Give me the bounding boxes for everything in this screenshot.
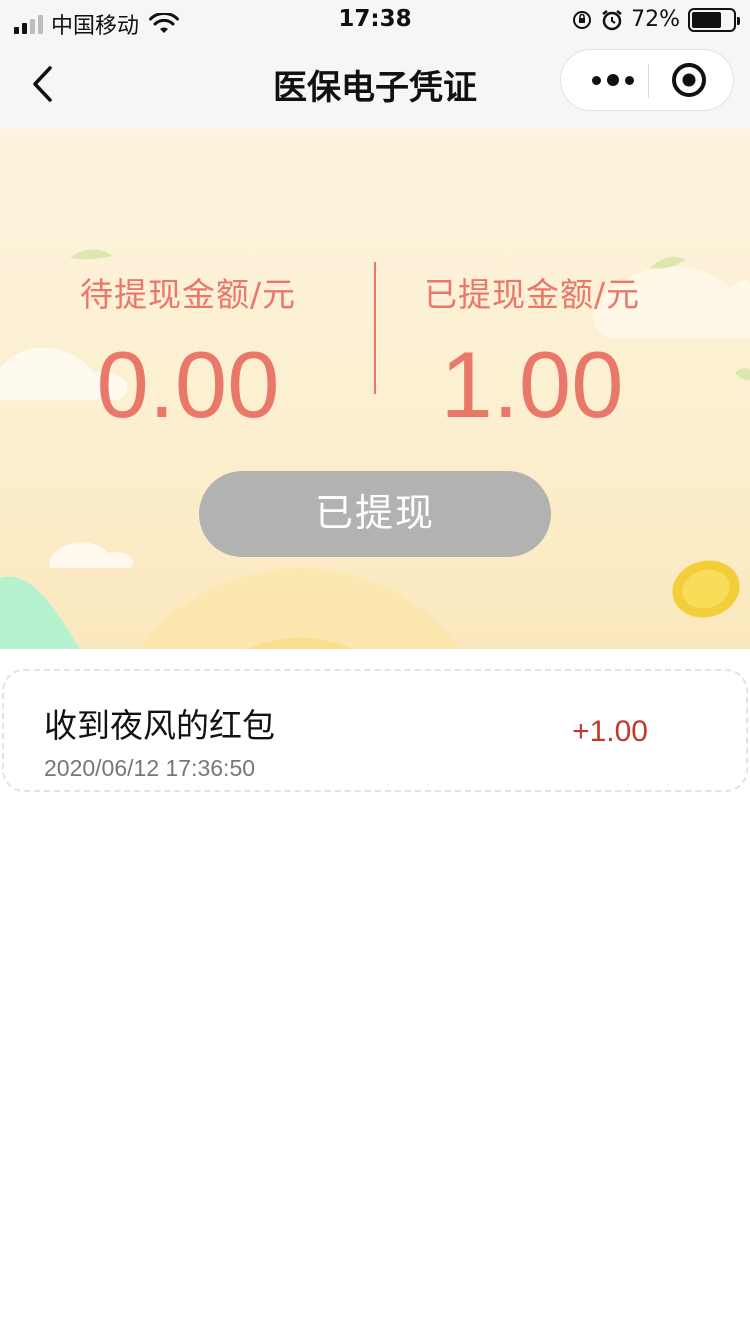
record-time: 2020/06/12 17:36:50: [44, 755, 256, 781]
amount-divider: [374, 262, 376, 394]
alarm-icon: [602, 9, 622, 30]
pending-amount-block: 待提现金额/元 0.00: [28, 268, 348, 432]
withdrawn-button[interactable]: 已提现: [199, 471, 551, 557]
status-bar: 中国移动 17:38 72%: [0, 0, 750, 40]
pending-amount-value: 0.00: [96, 332, 280, 437]
nav-bar: 医保电子凭证: [0, 40, 750, 128]
capsule-divider: [648, 64, 649, 98]
record-title: 收到夜风的红包: [44, 706, 275, 745]
balance-banner: 待提现金额/元 0.00 已提现金额/元 1.00 已提现: [0, 128, 750, 649]
battery-fill: [692, 11, 721, 28]
orientation-lock-icon: [573, 10, 592, 29]
record-amount: +1.00: [572, 715, 648, 748]
status-right: 72%: [571, 7, 740, 32]
battery-icon: [688, 7, 740, 32]
more-dots-icon[interactable]: [581, 50, 645, 110]
withdrawn-amount-label: 已提现金额/元: [423, 275, 641, 314]
close-target-icon[interactable]: [671, 62, 707, 98]
withdrawn-amount-block: 已提现金额/元 1.00: [396, 268, 668, 432]
mini-program-capsule: [560, 49, 734, 111]
pending-amount-label: 待提现金额/元: [79, 275, 297, 314]
battery-percent: 72%: [631, 7, 680, 32]
list-item[interactable]: 收到夜风的红包 2020/06/12 17:36:50 +1.00: [2, 669, 748, 792]
withdrawn-amount-value: 1.00: [440, 332, 624, 437]
